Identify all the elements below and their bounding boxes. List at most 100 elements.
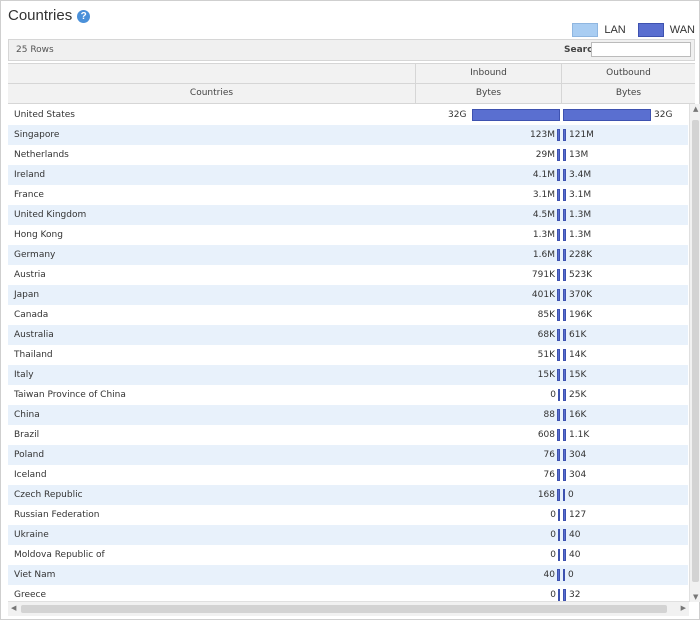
table-row[interactable]: Viet Nam 40 0: [8, 565, 688, 585]
outbound-bar: [563, 149, 566, 161]
header-inbound-bytes[interactable]: Bytes: [416, 84, 562, 103]
outbound-bar: [563, 489, 565, 501]
country-name: Austria: [14, 270, 46, 280]
country-name: China: [14, 410, 40, 420]
table-row[interactable]: Australia 68K 61K: [8, 325, 688, 345]
header-outbound-bytes[interactable]: Bytes: [562, 84, 695, 103]
inbound-value: 1.6M: [532, 250, 555, 260]
horizontal-scroll-thumb[interactable]: [21, 605, 667, 613]
table-row[interactable]: Ukraine 0 40: [8, 525, 688, 545]
inbound-bar: [557, 229, 560, 241]
table-row[interactable]: Taiwan Province of China 0 25K: [8, 385, 688, 405]
inbound-value: 0: [550, 550, 556, 560]
inbound-value: 3.1M: [532, 190, 555, 200]
horizontal-scrollbar[interactable]: ◀ ▶: [8, 601, 689, 616]
vertical-scroll-thumb[interactable]: [692, 120, 699, 582]
outbound-value: 0: [568, 570, 574, 580]
table-row[interactable]: Russian Federation 0 127: [8, 505, 688, 525]
scroll-right-icon[interactable]: ▶: [681, 604, 686, 612]
table-row[interactable]: China 88 16K: [8, 405, 688, 425]
search-input[interactable]: [591, 42, 691, 57]
header-spacer: [8, 64, 416, 83]
outbound-bar: [563, 469, 566, 481]
header-inbound[interactable]: Inbound: [416, 64, 562, 83]
inbound-value: 15K: [537, 370, 555, 380]
table-row[interactable]: Czech Republic 168 0: [8, 485, 688, 505]
scroll-up-icon[interactable]: ▲: [693, 105, 698, 113]
outbound-bar: [563, 509, 566, 521]
outbound-value: 15K: [569, 370, 587, 380]
inbound-value: 401K: [531, 290, 555, 300]
inbound-value: 32G: [448, 110, 467, 120]
table-row[interactable]: Hong Kong 1.3M 1.3M: [8, 225, 688, 245]
inbound-bar: [557, 329, 560, 341]
outbound-value: 523K: [569, 270, 593, 280]
table-row[interactable]: France 3.1M 3.1M: [8, 185, 688, 205]
outbound-bar: [563, 169, 566, 181]
outbound-value: 14K: [569, 350, 587, 360]
outbound-bar: [563, 409, 566, 421]
table-row[interactable]: Japan 401K 370K: [8, 285, 688, 305]
table-row[interactable]: Thailand 51K 14K: [8, 345, 688, 365]
country-name: France: [14, 190, 44, 200]
outbound-bar: [563, 449, 566, 461]
table-row[interactable]: Poland 76 304: [8, 445, 688, 465]
outbound-value: 25K: [569, 390, 587, 400]
table-row[interactable]: Italy 15K 15K: [8, 365, 688, 385]
inbound-value: 0: [550, 530, 556, 540]
vertical-scrollbar[interactable]: ▲ ▼: [689, 104, 700, 602]
header-outbound[interactable]: Outbound: [562, 64, 695, 83]
countries-panel: Countries? LAN WAN 25 Rows Search Inboun…: [0, 0, 700, 620]
outbound-bar: [563, 229, 566, 241]
outbound-bar: [563, 129, 566, 141]
inbound-bar: [558, 389, 560, 401]
outbound-bar: [563, 269, 566, 281]
table-body: United States 32G 32G Singapore 123M 121M Neth…: [8, 105, 688, 605]
table-row[interactable]: Austria 791K 523K: [8, 265, 688, 285]
table-row[interactable]: Netherlands 29M 13M: [8, 145, 688, 165]
outbound-bar: [563, 589, 566, 601]
scroll-left-icon[interactable]: ◀: [11, 604, 16, 612]
outbound-bar: [563, 429, 566, 441]
outbound-bar: [563, 249, 566, 261]
outbound-value: 16K: [569, 410, 587, 420]
inbound-value: 40: [543, 570, 555, 580]
scroll-down-icon[interactable]: ▼: [693, 593, 698, 601]
table-row[interactable]: Germany 1.6M 228K: [8, 245, 688, 265]
country-name: Germany: [14, 250, 56, 260]
inbound-value: 4.5M: [532, 210, 555, 220]
inbound-bar: [557, 489, 560, 501]
outbound-value: 228K: [569, 250, 593, 260]
table-row[interactable]: Iceland 76 304: [8, 465, 688, 485]
inbound-value: 68K: [537, 330, 555, 340]
country-name: Italy: [14, 370, 34, 380]
country-name: Ukraine: [14, 530, 49, 540]
outbound-bar: [563, 289, 566, 301]
outbound-bar: [563, 549, 566, 561]
inbound-bar: [557, 309, 560, 321]
table-row[interactable]: Ireland 4.1M 3.4M: [8, 165, 688, 185]
table-row[interactable]: Brazil 608 1.1K: [8, 425, 688, 445]
wan-swatch: [637, 23, 664, 37]
inbound-bar: [557, 209, 560, 221]
inbound-value: 4.1M: [532, 170, 555, 180]
outbound-bar: [563, 529, 566, 541]
outbound-value: 304: [569, 450, 587, 460]
country-name: Iceland: [14, 470, 47, 480]
outbound-value: 1.3M: [569, 230, 592, 240]
country-name: Canada: [14, 310, 49, 320]
table-row[interactable]: Canada 85K 196K: [8, 305, 688, 325]
table-row[interactable]: Moldova Republic of 0 40: [8, 545, 688, 565]
country-name: Hong Kong: [14, 230, 63, 240]
header-countries[interactable]: Countries: [8, 84, 416, 103]
country-name: United Kingdom: [14, 210, 87, 220]
country-name: Netherlands: [14, 150, 69, 160]
country-name: Poland: [14, 450, 45, 460]
outbound-value: 3.4M: [569, 170, 592, 180]
help-icon[interactable]: ?: [77, 10, 91, 23]
table-row[interactable]: United Kingdom 4.5M 1.3M: [8, 205, 688, 225]
table-row[interactable]: United States 32G 32G: [8, 105, 688, 125]
table-row[interactable]: Singapore 123M 121M: [8, 125, 688, 145]
inbound-bar: [557, 269, 560, 281]
country-name: Australia: [14, 330, 54, 340]
